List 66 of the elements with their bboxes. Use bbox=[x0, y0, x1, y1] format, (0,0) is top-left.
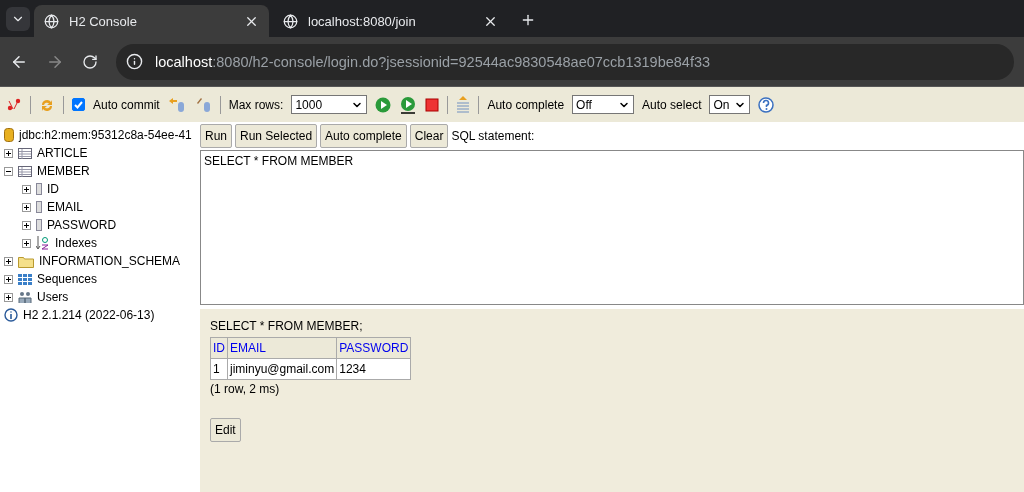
toolbar-button[interactable]: Run bbox=[200, 124, 232, 148]
tree-item[interactable]: PASSWORD bbox=[47, 218, 117, 232]
help-icon[interactable] bbox=[758, 96, 775, 113]
toolbar-button[interactable]: Run Selected bbox=[235, 124, 318, 148]
sql-editor[interactable]: SELECT * FROM MEMBER bbox=[200, 150, 1024, 305]
column-icon bbox=[36, 201, 42, 213]
column-icon bbox=[36, 219, 42, 231]
browser-tab[interactable]: localhost:8080/join bbox=[273, 5, 508, 37]
expand-toggle[interactable] bbox=[22, 202, 31, 212]
reload-icon[interactable] bbox=[82, 53, 98, 70]
column-icon bbox=[36, 183, 42, 195]
checkbox[interactable] bbox=[72, 98, 85, 111]
auto-select-select[interactable]: On bbox=[709, 95, 751, 114]
play-icon[interactable] bbox=[399, 95, 418, 114]
browser-tab[interactable]: H2 Console bbox=[34, 5, 269, 37]
column-header[interactable]: ID bbox=[210, 337, 228, 359]
field-label: Auto complete bbox=[487, 97, 565, 112]
version-text: H2 2.1.214 (2022-06-13) bbox=[23, 308, 155, 322]
summary-text: (1 row, 2 ms) bbox=[210, 382, 280, 396]
tree-item[interactable]: Indexes bbox=[55, 236, 98, 250]
tree-item[interactable]: ARTICLE bbox=[37, 146, 88, 160]
info-icon bbox=[4, 308, 18, 322]
table-cell: 1 bbox=[210, 358, 228, 380]
field-label: SQL statement: bbox=[451, 129, 535, 143]
edit-button[interactable]: Edit bbox=[210, 418, 241, 442]
field-label: Auto select bbox=[642, 97, 702, 112]
tree-item[interactable]: EMAIL bbox=[47, 200, 83, 214]
tree-item[interactable]: Sequences bbox=[37, 272, 98, 286]
sort-icon bbox=[36, 236, 50, 250]
max-rows-select[interactable]: 1000 bbox=[291, 95, 368, 114]
tree-item[interactable]: INFORMATION_SCHEMA bbox=[39, 254, 181, 268]
table-icon bbox=[18, 147, 32, 159]
globe-icon bbox=[44, 13, 59, 29]
new-tab-icon[interactable] bbox=[520, 12, 536, 28]
expand-toggle[interactable] bbox=[22, 220, 31, 230]
url-text: localhost:8080/h2-console/login.do?jsessionid=92544ac9830548ae07ccb1319be84f33 bbox=[155, 53, 711, 70]
address-bar[interactable]: localhost:8080/h2-console/login.do?jsessionid=92544ac9830548ae07ccb1319be84f33 bbox=[116, 43, 1014, 80]
statement-text: SELECT * FROM MEMBER; bbox=[210, 319, 363, 333]
tree-item[interactable]: ID bbox=[47, 182, 59, 196]
users-icon bbox=[18, 290, 32, 304]
toolbar-button[interactable]: Clear bbox=[409, 124, 449, 148]
expand-toggle[interactable] bbox=[4, 256, 13, 266]
globe-icon bbox=[283, 13, 298, 29]
column-header[interactable]: EMAIL bbox=[227, 337, 337, 359]
expand-toggle[interactable] bbox=[22, 184, 31, 194]
database-icon bbox=[4, 128, 14, 142]
expand-toggle[interactable] bbox=[4, 148, 13, 158]
connection-label: jdbc:h2:mem:95312c8a-54ee-41 bbox=[19, 128, 192, 142]
tab-menu-button[interactable] bbox=[6, 7, 30, 31]
folder-icon bbox=[18, 254, 34, 268]
disconnect-icon[interactable] bbox=[6, 97, 22, 112]
auto-complete-select[interactable]: Off bbox=[572, 95, 635, 114]
grid-icon bbox=[18, 273, 32, 285]
expand-toggle[interactable] bbox=[22, 238, 31, 248]
table-icon bbox=[18, 165, 32, 177]
info-icon bbox=[126, 53, 143, 70]
expand-toggle[interactable] bbox=[4, 292, 13, 302]
checkbox-label: Auto commit bbox=[93, 97, 160, 112]
toolbar-button[interactable]: Auto complete bbox=[320, 124, 407, 148]
column-header[interactable]: PASSWORD bbox=[336, 337, 411, 359]
tree-item[interactable]: MEMBER bbox=[37, 164, 90, 178]
field-label: Max rows: bbox=[228, 97, 284, 112]
expand-toggle[interactable] bbox=[4, 274, 13, 284]
collapse-toggle[interactable] bbox=[4, 166, 13, 176]
tree-item[interactable]: Users bbox=[37, 290, 69, 304]
stop-icon[interactable] bbox=[425, 97, 440, 112]
